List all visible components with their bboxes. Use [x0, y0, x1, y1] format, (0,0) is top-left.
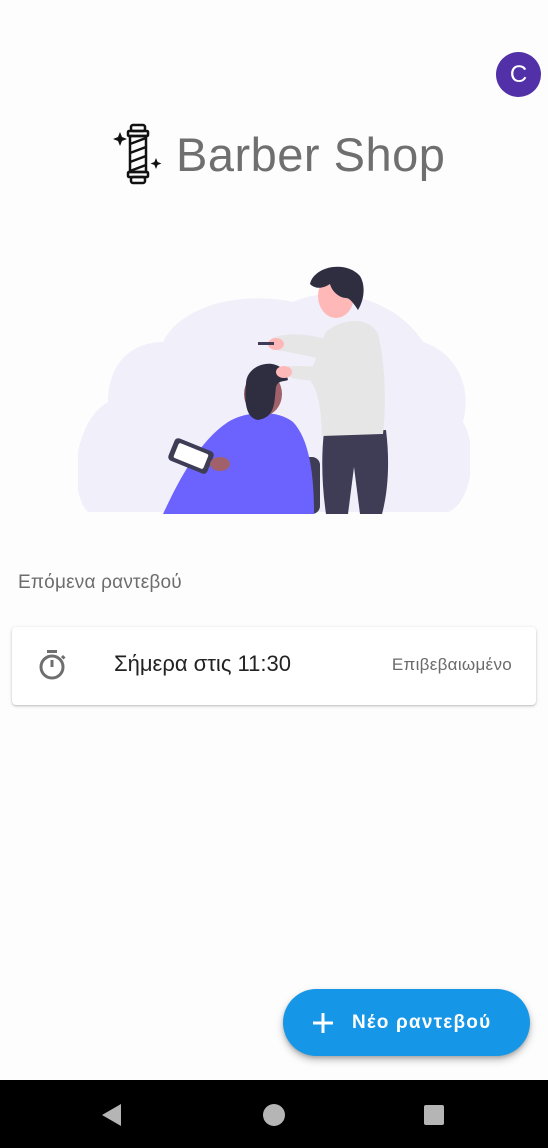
new-appointment-button[interactable]: Νέο ραντεβού	[283, 989, 530, 1056]
system-navigation-bar	[0, 1080, 548, 1148]
home-icon[interactable]	[261, 1102, 287, 1128]
plus-icon	[313, 1012, 333, 1033]
recents-icon[interactable]	[421, 1102, 447, 1128]
appointment-card[interactable]: Σήμερα στις 11:30 Επιβεβαιωμένο	[12, 627, 536, 705]
barber-pole-icon	[113, 123, 162, 185]
home-screen: C Barber Shop Επόμενα ραντεβού Σήμερα στ…	[0, 0, 548, 1080]
appointment-status: Επιβεβαιωμένο	[391, 655, 512, 674]
appointment-time: Σήμερα στις 11:30	[114, 651, 291, 676]
brand-header: Barber Shop	[112, 122, 445, 186]
back-icon[interactable]	[99, 1102, 125, 1128]
barber-illustration	[78, 266, 470, 514]
stopwatch-icon	[39, 650, 66, 680]
user-avatar[interactable]: C	[496, 52, 541, 97]
upcoming-appointments-label: Επόμενα ραντεβού	[18, 572, 182, 593]
avatar-letter: C	[509, 60, 528, 88]
app-title: Barber Shop	[176, 127, 446, 181]
new-appointment-label: Νέο ραντεβού	[352, 1011, 492, 1033]
